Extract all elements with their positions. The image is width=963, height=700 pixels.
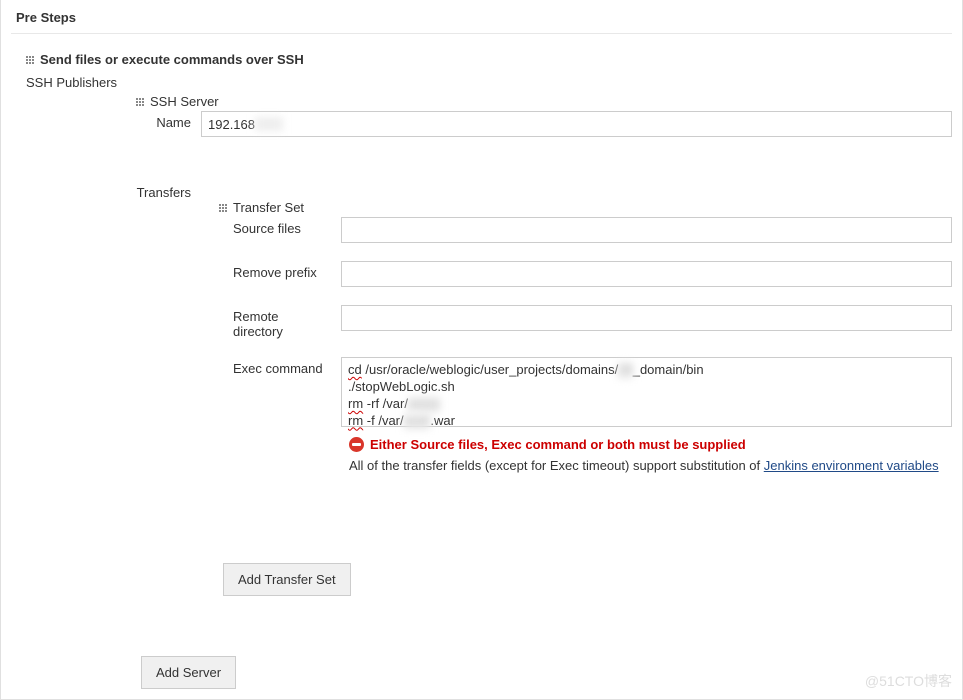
exec-command-label: Exec command — [11, 357, 341, 376]
add-server-button[interactable]: Add Server — [141, 656, 236, 689]
source-files-input[interactable] — [341, 217, 952, 243]
ssh-server-header: SSH Server — [136, 94, 952, 109]
row-remote-directory: Remote directory — [11, 305, 952, 339]
remove-prefix-label: Remove prefix — [11, 261, 341, 280]
remove-prefix-input[interactable] — [341, 261, 952, 287]
watermark: @51CTO博客 — [865, 671, 952, 691]
row-transfers: Transfers — [11, 181, 952, 200]
help-text: All of the transfer fields (except for E… — [349, 458, 952, 473]
exec-command-input[interactable]: cd /usr/oracle/weblogic/user_projects/do… — [341, 357, 952, 427]
drag-handle-icon[interactable] — [26, 56, 34, 64]
pre-steps-panel: Pre Steps Send files or execute commands… — [0, 0, 963, 700]
row-exec-command: Exec command cd /usr/oracle/weblogic/use… — [11, 357, 952, 427]
drag-handle-icon[interactable] — [219, 204, 227, 212]
step-header: Send files or execute commands over SSH — [26, 52, 952, 67]
add-transfer-set-button[interactable]: Add Transfer Set — [223, 563, 351, 596]
remote-directory-input[interactable] — [341, 305, 952, 331]
remote-directory-label: Remote directory — [11, 305, 341, 339]
drag-handle-icon[interactable] — [136, 98, 144, 106]
row-source-files: Source files — [11, 217, 952, 243]
step-title: Send files or execute commands over SSH — [40, 52, 304, 67]
server-name-input[interactable]: 192.168 — [201, 111, 952, 137]
transfer-set-label: Transfer Set — [233, 200, 304, 215]
env-vars-link[interactable]: Jenkins environment variables — [764, 458, 939, 473]
server-name-label: Name — [11, 111, 201, 130]
row-server-name: Name 192.168 — [11, 111, 952, 137]
ssh-publishers-label: SSH Publishers — [26, 75, 952, 90]
transfers-label: Transfers — [11, 181, 201, 200]
section-title: Pre Steps — [11, 0, 952, 34]
transfer-set-header: Transfer Set — [219, 200, 952, 215]
validation-block: Either Source files, Exec command or bot… — [349, 437, 952, 473]
ssh-server-label: SSH Server — [150, 94, 219, 109]
error-icon — [349, 437, 364, 452]
row-remove-prefix: Remove prefix — [11, 261, 952, 287]
source-files-label: Source files — [11, 217, 341, 236]
error-text: Either Source files, Exec command or bot… — [370, 437, 746, 452]
